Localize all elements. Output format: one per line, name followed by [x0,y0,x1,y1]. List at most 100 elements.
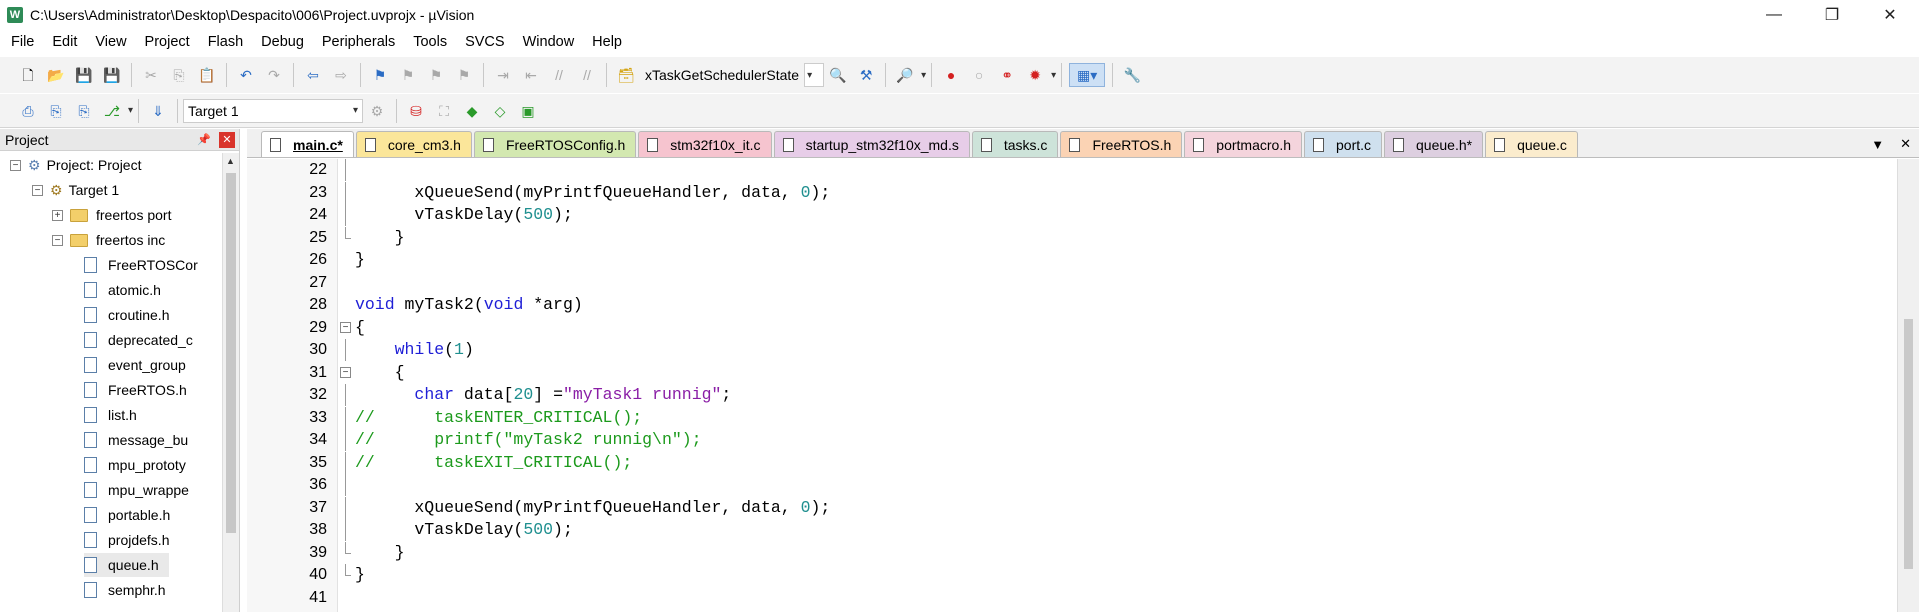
comment-icon[interactable]: // [547,63,571,87]
build-icon[interactable]: ⎘ [44,99,68,123]
code-line[interactable]: 29 −{ [247,317,1897,339]
collapse-icon[interactable]: − [52,234,63,246]
find-icon[interactable]: 🔍 [826,63,850,87]
batch-build-icon[interactable]: ⎇ [100,99,124,123]
pack-installer-icon[interactable]: ◇ [488,99,512,123]
code-line[interactable]: 24 vTaskDelay(500); [247,204,1897,226]
chevron-down-icon[interactable]: ▾ [1051,70,1056,81]
pin-icon[interactable]: 📌 [197,133,211,146]
code-line[interactable]: 28 void myTask2(void *arg) [247,294,1897,316]
editor-tab[interactable]: main.c* [261,131,354,157]
indent-icon[interactable]: ⇥ [491,63,515,87]
code-line[interactable]: 39 } [247,541,1897,564]
tree-file-item[interactable]: deprecated_c [84,328,193,352]
tree-project-item[interactable]: − ⚙ Project: Project [10,153,142,177]
tree-folder-item[interactable]: + freertos port [52,203,171,227]
run-time-env-icon[interactable]: ▣ [516,99,540,123]
tree-file-item[interactable]: portable.h [84,503,170,527]
function-combo-dropdown[interactable]: ▾ [804,63,825,87]
code-line[interactable]: 40} [247,564,1897,586]
insert-breakpoint-icon[interactable]: ● [939,63,963,87]
code-line[interactable]: 35 // taskEXIT_CRITICAL(); [247,451,1897,474]
close-tab-icon[interactable]: ✕ [1900,136,1911,152]
chevron-down-icon[interactable]: ▾ [921,70,926,81]
replace-icon[interactable]: ⚒ [854,63,878,87]
tree-file-item[interactable]: event_group [84,353,186,377]
editor-tab[interactable]: port.c [1304,131,1383,157]
menu-tools[interactable]: Tools [404,30,456,54]
code-line[interactable]: 32 char data[20] ="myTask1 runnig"; [247,384,1897,406]
code-line[interactable]: 27 [247,272,1897,294]
editor-tab[interactable]: core_cm3.h [355,131,472,157]
target-select[interactable]: Target 1 ▾ [183,98,364,123]
editor-scrollbar[interactable] [1897,159,1919,612]
collapse-icon[interactable]: − [32,184,43,196]
paste-icon[interactable]: 📋 [195,63,219,87]
editor-tab[interactable]: tasks.c [971,131,1059,157]
chevron-down-icon[interactable]: ▾ [128,105,133,116]
code-area[interactable]: 22 23 xQueueSend(myPrintfQueueHandler, da… [247,159,1897,612]
manage-components-icon[interactable]: ⛁ [404,99,428,123]
prev-bookmark-icon[interactable]: ⚑ [396,63,420,87]
tab-list-icon[interactable]: ▼ [1871,137,1884,152]
disable-breakpoint-icon[interactable]: ○ [967,63,991,87]
menu-file[interactable]: File [0,30,43,54]
tree-file-item[interactable]: list.h [84,403,137,427]
menu-window[interactable]: Window [514,30,584,54]
collapse-icon[interactable]: − [10,159,21,171]
copy-icon[interactable]: ⎘ [167,63,191,87]
clear-bookmarks-icon[interactable]: ⚑ [452,63,476,87]
redo-icon[interactable]: ↷ [262,63,286,87]
new-file-icon[interactable]: 🗋 [16,63,40,87]
target-options-icon[interactable]: ⚙ [365,99,389,123]
code-line[interactable]: 33 // taskENTER_CRITICAL(); [247,406,1897,429]
disable-all-breakpoints-icon[interactable]: ⚭ [995,63,1019,87]
fold-toggle-icon[interactable]: − [340,366,351,378]
code-line[interactable]: 30 while(1) [247,339,1897,361]
fold-toggle-icon[interactable]: − [340,321,351,333]
debug-session-icon[interactable]: 🔎 [893,63,917,87]
code-line[interactable]: 38 vTaskDelay(500); [247,519,1897,541]
minimize-button[interactable]: — [1745,0,1803,30]
code-line[interactable]: 41 [247,587,1897,609]
manage-rte-icon[interactable]: ◆ [460,99,484,123]
menu-view[interactable]: View [86,30,135,54]
editor-tab[interactable]: FreeRTOSConfig.h [473,131,637,157]
code-line[interactable]: 36 [247,474,1897,496]
menu-edit[interactable]: Edit [43,30,86,54]
project-scrollbar[interactable]: ▲ [222,153,239,612]
scroll-up-icon[interactable]: ▲ [226,156,235,166]
editor-tab[interactable]: queue.c [1485,131,1578,157]
scroll-thumb[interactable] [226,173,236,533]
configure-icon[interactable]: 🔧 [1120,63,1144,87]
tree-file-item[interactable]: message_bu [84,428,188,452]
uncomment-icon[interactable]: // [575,63,599,87]
editor-tab[interactable]: startup_stm32f10x_md.s [773,131,970,157]
tree-target-item[interactable]: − ⚙ Target 1 [32,178,119,202]
kill-all-breakpoints-icon[interactable]: ✹ [1023,63,1047,87]
menu-debug[interactable]: Debug [252,30,313,54]
maximize-button[interactable]: ❐ [1803,0,1861,30]
tree-file-item[interactable]: projdefs.h [84,528,169,552]
rebuild-icon[interactable]: ⎘ [72,99,96,123]
editor-tab[interactable]: portmacro.h [1184,131,1302,157]
open-file-icon[interactable]: 📂 [44,63,68,87]
nav-forward-icon[interactable]: ⇨ [329,63,353,87]
menu-flash[interactable]: Flash [199,30,252,54]
tree-file-item[interactable]: croutine.h [84,303,169,327]
translate-icon[interactable]: ⎙ [16,99,40,123]
bookmark-icon[interactable]: ⚑ [368,63,392,87]
code-line[interactable]: 34 // printf("myTask2 runnig\n"); [247,429,1897,451]
next-bookmark-icon[interactable]: ⚑ [424,63,448,87]
code-line[interactable]: 37 xQueueSend(myPrintfQueueHandler, data… [247,496,1897,519]
window-layout-icon[interactable]: ▦▾ [1069,63,1106,87]
tree-file-item[interactable]: atomic.h [84,278,161,302]
code-line[interactable]: 31 − { [247,362,1897,384]
close-icon[interactable]: ✕ [219,131,235,148]
menu-svcs[interactable]: SVCS [456,30,514,54]
code-line[interactable]: 26} [247,249,1897,271]
editor-tab[interactable]: FreeRTOS.h [1060,131,1183,157]
save-all-icon[interactable]: 💾 [100,63,124,87]
tree-file-item[interactable]: mpu_prototy [84,453,186,477]
nav-back-icon[interactable]: ⇦ [301,63,325,87]
